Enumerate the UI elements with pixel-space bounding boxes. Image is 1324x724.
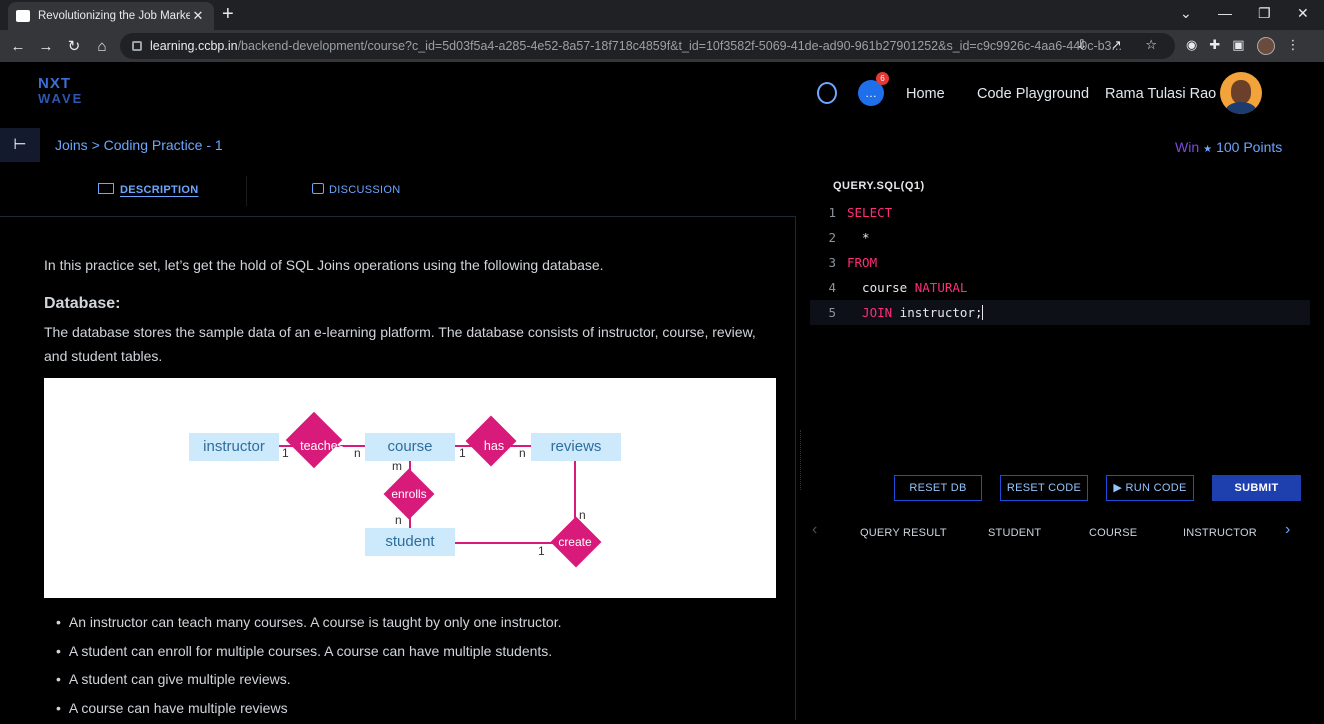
relationship-list: An instructor can teach many courses. A … — [56, 610, 562, 724]
close-tab-icon[interactable]: ✕ — [190, 8, 206, 24]
url-host: learning.ccbp.in — [150, 39, 238, 53]
er-entity-reviews: reviews — [531, 433, 621, 461]
list-item: An instructor can teach many courses. A … — [56, 610, 562, 639]
tab-instructor[interactable]: INSTRUCTOR — [1183, 527, 1257, 539]
er-card: 1 — [538, 544, 545, 558]
code-line[interactable]: 1SELECT — [810, 200, 1310, 225]
breadcrumb[interactable]: Joins > Coding Practice - 1 — [55, 137, 223, 153]
tab-discussion[interactable]: DISCUSSION — [312, 183, 400, 196]
nav-code-playground-link[interactable]: Code Playground — [977, 86, 1089, 102]
submit-button[interactable]: SUBMIT — [1212, 475, 1301, 501]
star-icon: ★ — [1203, 144, 1212, 155]
er-card: 1 — [459, 446, 466, 460]
win-points: Win ★ 100 Points — [1175, 139, 1282, 155]
er-entity-course: course — [365, 433, 455, 461]
code-line[interactable]: 3FROM — [810, 250, 1310, 275]
tab-search-icon[interactable]: ⌄ — [1180, 5, 1192, 22]
database-heading: Database: — [44, 295, 120, 313]
intro-text: In this practice set, let’s get the hold… — [44, 257, 604, 273]
tab-description[interactable]: DESCRIPTION — [98, 183, 198, 196]
back-icon[interactable]: ← — [4, 38, 32, 55]
er-card: n — [395, 513, 402, 527]
text-cursor — [982, 305, 983, 320]
omnibox-actions[interactable]: ⇩ ↗ ☆ — [1076, 37, 1167, 53]
browser-tab-title: Revolutionizing the Job Market | — [38, 10, 190, 22]
er-card: 1 — [282, 446, 289, 460]
code-editor[interactable]: 1SELECT 2 * 3FROM 4 course NATURAL 5 JOI… — [810, 200, 1310, 325]
list-item: A student can give multiple reviews. — [56, 667, 562, 696]
chevron-right-icon[interactable]: › — [1285, 521, 1290, 539]
close-window-icon[interactable]: ✕ — [1297, 5, 1309, 22]
extension-icon[interactable]: ◉ — [1186, 37, 1197, 55]
panel-resize-handle[interactable] — [800, 430, 803, 490]
puzzle-icon[interactable]: ✚ — [1209, 37, 1220, 55]
er-rel-enrolls-label: enrolls — [369, 487, 449, 501]
favicon-icon — [16, 10, 30, 22]
er-card: m — [392, 459, 402, 473]
tab-course[interactable]: COURSE — [1089, 527, 1137, 539]
run-code-button[interactable]: ▶ RUN CODE — [1106, 475, 1194, 501]
collapse-sidebar-icon[interactable]: ⊢ — [0, 128, 40, 162]
document-icon — [98, 183, 114, 194]
nav-home-link[interactable]: Home — [906, 86, 945, 102]
er-card: n — [354, 446, 361, 460]
er-rel-create-label: create — [535, 535, 615, 549]
er-entity-instructor: instructor — [189, 433, 279, 461]
address-bar[interactable]: learning.ccbp.in /backend-development/co… — [120, 33, 1175, 59]
timer-icon[interactable] — [817, 82, 837, 104]
win-label: Win — [1175, 139, 1199, 155]
browser-tab-bar: Revolutionizing the Job Market | ✕ + ⌄ —… — [0, 0, 1324, 30]
nxtwave-logo[interactable]: NXT WAVE — [38, 76, 108, 110]
er-diagram: instructor course reviews student teache… — [44, 378, 776, 598]
user-name[interactable]: Rama Tulasi Rao — [1105, 86, 1216, 102]
menu-icon[interactable]: ⋮ — [1287, 37, 1300, 55]
browser-tab[interactable]: Revolutionizing the Job Market | ✕ — [8, 2, 214, 30]
extension-icons: ◉ ✚ ▣ ⋮ — [1186, 37, 1300, 55]
sidepanel-icon[interactable]: ▣ — [1232, 37, 1244, 55]
chevron-left-icon[interactable]: ‹ — [812, 521, 817, 539]
er-card: n — [579, 508, 586, 522]
minimize-icon[interactable]: — — [1218, 5, 1232, 21]
reload-icon[interactable]: ↻ — [60, 37, 88, 55]
editor-file-name: QUERY.SQL(Q1) — [833, 180, 925, 192]
points-value: 100 Points — [1216, 139, 1282, 155]
new-tab-button[interactable]: + — [222, 3, 234, 26]
forward-icon[interactable]: → — [32, 38, 60, 55]
url-path: /backend-development/course?c_id=5d03f5a… — [238, 39, 1122, 53]
code-line[interactable]: 4 course NATURAL — [810, 275, 1310, 300]
tab-divider — [246, 176, 247, 206]
restore-icon[interactable]: ❐ — [1258, 5, 1271, 22]
code-line-active[interactable]: 5 JOIN instructor; — [810, 300, 1310, 325]
er-entity-student: student — [365, 528, 455, 556]
reset-db-button[interactable]: RESET DB — [894, 475, 982, 501]
discussion-icon — [312, 183, 324, 194]
code-line[interactable]: 2 * — [810, 225, 1310, 250]
tab-student[interactable]: STUDENT — [988, 527, 1041, 539]
reset-code-button[interactable]: RESET CODE — [1000, 475, 1088, 501]
notification-badge: 6 — [876, 72, 889, 85]
er-rel-teaches-label: teaches — [282, 439, 362, 453]
tab-query-result[interactable]: QUERY RESULT — [860, 527, 947, 539]
er-card: n — [519, 446, 526, 460]
lock-icon[interactable] — [132, 41, 142, 51]
profile-avatar[interactable] — [1257, 37, 1275, 55]
list-item: A student can enroll for multiple course… — [56, 639, 562, 668]
browser-toolbar: ← → ↻ ⌂ learning.ccbp.in /backend-develo… — [0, 30, 1324, 62]
avatar[interactable] — [1220, 72, 1262, 114]
database-description: The database stores the sample data of a… — [44, 320, 774, 368]
home-icon[interactable]: ⌂ — [88, 38, 116, 55]
result-tabs: ‹ QUERY RESULT STUDENT COURSE INSTRUCTOR… — [808, 517, 1308, 547]
